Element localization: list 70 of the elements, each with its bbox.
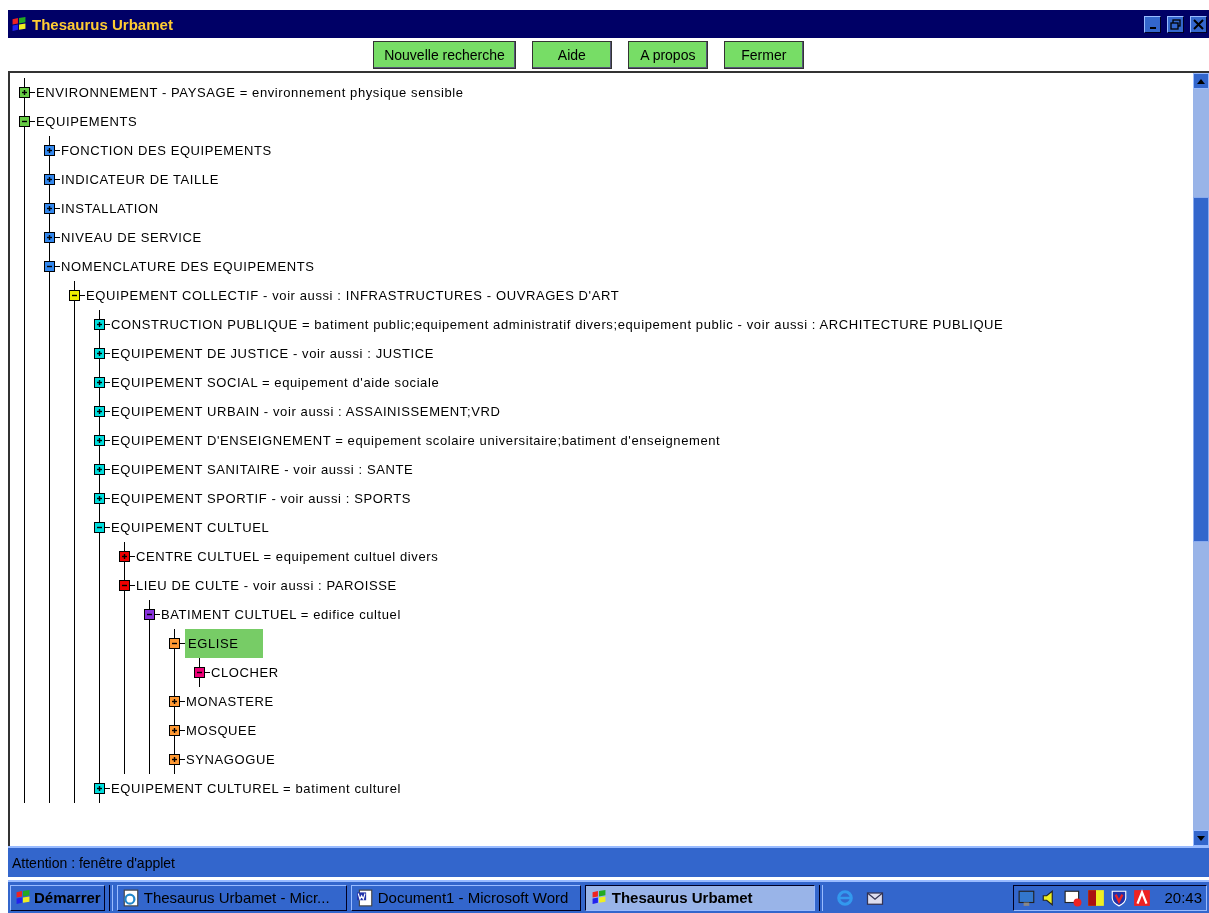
tree-item[interactable]: LIEU DE CULTE - voir aussi : PAROISSE xyxy=(135,576,398,595)
toolbar-button[interactable]: Fermer xyxy=(723,40,804,69)
toolbar-button[interactable]: Nouvelle recherche xyxy=(373,40,516,69)
plus-box-icon[interactable] xyxy=(94,435,105,446)
tree-item[interactable]: CLOCHER xyxy=(210,663,280,682)
tree-item[interactable]: EQUIPEMENT URBAIN - voir aussi : ASSAINISSEMENT;VRD xyxy=(110,402,502,421)
plus-box-icon[interactable] xyxy=(94,348,105,359)
tree-item[interactable]: MONASTERE xyxy=(185,692,275,711)
plus-box-icon[interactable] xyxy=(169,754,180,765)
windows-logo-icon xyxy=(10,16,28,32)
tree-item[interactable]: ENVIRONNEMENT - PAYSAGE = environnement physique sensible xyxy=(35,83,465,102)
plus-box-icon[interactable] xyxy=(94,493,105,504)
plus-box-icon[interactable] xyxy=(94,377,105,388)
plus-box-icon[interactable] xyxy=(169,725,180,736)
tree-item[interactable]: EQUIPEMENT SOCIAL = equipement d'aide sociale xyxy=(110,373,441,392)
toolbar-button[interactable]: A propos xyxy=(627,40,708,69)
toolbar-button[interactable]: Aide xyxy=(531,40,612,69)
status-bar: Attention : fenêtre d'applet xyxy=(8,846,1209,877)
plus-box-icon[interactable] xyxy=(19,87,30,98)
tree-item[interactable]: NIVEAU DE SERVICE xyxy=(60,228,203,247)
tree-item[interactable]: EQUIPEMENT D'ENSEIGNEMENT = equipement scolaire universitaire;batiment d'enseignement xyxy=(110,431,722,450)
plus-box-icon[interactable] xyxy=(44,203,55,214)
minus-box-icon[interactable] xyxy=(169,638,180,649)
up-arrow-icon[interactable] xyxy=(1197,78,1205,84)
tree-item[interactable]: BATIMENT CULTUEL = edifice cultuel xyxy=(160,605,402,624)
minimize-button[interactable] xyxy=(1144,15,1161,33)
monitor-icon[interactable] xyxy=(1018,888,1037,907)
taskbar-button[interactable]: Thesaurus Urbamet - Micr... xyxy=(116,884,347,911)
minus-box-icon[interactable] xyxy=(94,522,105,533)
tree-item[interactable]: INSTALLATION xyxy=(60,199,160,218)
plus-box-icon[interactable] xyxy=(44,174,55,185)
tree-item[interactable]: EQUIPEMENT SANITAIRE - voir aussi : SANTE xyxy=(110,460,415,479)
tree-item[interactable]: CONSTRUCTION PUBLIQUE = batiment public;equipement administratif divers;equipement public - voir aussi : ARCHITECTURE PUBLIQUE xyxy=(110,315,1005,334)
tree-item[interactable]: INDICATEUR DE TAILLE xyxy=(60,170,220,189)
minimize-icon xyxy=(1149,26,1156,29)
plus-box-icon[interactable] xyxy=(94,319,105,330)
restore-icon xyxy=(1170,18,1181,30)
minus-box-icon[interactable] xyxy=(69,290,80,301)
tree-item[interactable]: EGLISE xyxy=(185,629,263,658)
close-button[interactable] xyxy=(1190,15,1207,33)
windows-logo-icon xyxy=(14,890,32,905)
tree-item[interactable]: EQUIPEMENT CULTUREL = batiment culturel xyxy=(110,779,403,798)
taskbar-button[interactable]: Thesaurus Urbamet xyxy=(584,884,815,911)
document-icon xyxy=(355,888,374,907)
tree-item[interactable]: EQUIPEMENT CULTUEL xyxy=(110,518,271,537)
tree-item[interactable]: CENTRE CULTUEL = equipement cultuel divers xyxy=(135,547,440,566)
tree-item[interactable]: EQUIPEMENTS xyxy=(35,112,139,131)
restore-button[interactable] xyxy=(1167,15,1184,33)
plus-box-icon[interactable] xyxy=(44,145,55,156)
plus-box-icon[interactable] xyxy=(94,406,105,417)
plus-box-icon[interactable] xyxy=(94,783,105,794)
plus-box-icon[interactable] xyxy=(169,696,180,707)
scrollbar[interactable] xyxy=(1193,73,1209,846)
taskbar-button[interactable]: Document1 - Microsoft Word xyxy=(350,884,581,911)
minus-box-icon[interactable] xyxy=(19,116,30,127)
tree-item[interactable]: MOSQUEE xyxy=(185,721,258,740)
close-icon xyxy=(1193,18,1204,30)
tree-item[interactable]: SYNAGOGUE xyxy=(185,750,277,769)
plus-box-icon[interactable] xyxy=(44,232,55,243)
tree-item[interactable]: EQUIPEMENT SPORTIF - voir aussi : SPORTS xyxy=(110,489,412,508)
down-arrow-icon[interactable] xyxy=(1197,835,1205,841)
tree-item[interactable]: EQUIPEMENT COLLECTIF - voir aussi : INFRASTRUCTURES - OUVRAGES D'ART xyxy=(85,286,621,305)
clock: 20:43 xyxy=(1164,889,1202,906)
tree-item[interactable]: NOMENCLATURE DES EQUIPEMENTS xyxy=(60,257,316,276)
window-title: Thesaurus Urbamet xyxy=(32,15,174,33)
start-button[interactable]: Démarrer xyxy=(10,884,105,911)
tree-item[interactable]: FONCTION DES EQUIPEMENTS xyxy=(60,141,273,160)
tree-item[interactable]: EQUIPEMENT DE JUSTICE - voir aussi : JUSTICE xyxy=(110,344,436,363)
browser-icon xyxy=(121,888,140,907)
plus-box-icon[interactable] xyxy=(94,464,105,475)
